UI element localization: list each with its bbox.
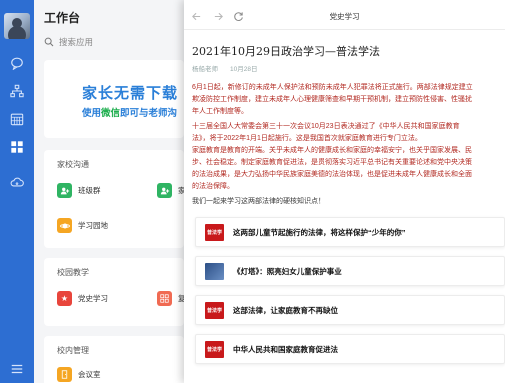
related-article-link[interactable]: 《灯塔》：照亮妇女儿童保护事业	[195, 256, 505, 286]
avatar[interactable]	[4, 13, 30, 39]
article-thumbnail: 普法学	[205, 301, 224, 319]
promo-banner[interactable]: 家长无需下载 使用微信即可与老师沟	[44, 60, 184, 138]
star-icon: ★	[57, 291, 72, 306]
nav-rail	[0, 0, 34, 383]
paragraph-line: 法》，将于2022年1月1日起施行。这是我国首次就家庭教育进行专门立法。	[192, 135, 422, 142]
link-title: 《灯塔》：照亮妇女儿童保护事业	[233, 266, 342, 276]
group-icon	[57, 183, 72, 198]
grid-apps-icon	[157, 291, 172, 306]
article-author[interactable]: 杨船老师	[192, 66, 218, 73]
article-window: 党史学习 2021年10月29日政治学习—普法学法 杨船老师 10月28日 6月1…	[184, 0, 505, 383]
search-placeholder: 搜索应用	[59, 36, 94, 47]
section-header: 校内管理	[57, 346, 89, 355]
paragraph-line: 家庭教育是教育的开端。关乎未成年人的健康成长和家庭的幸福安宁，也关乎国家发展、民	[192, 147, 472, 154]
paragraph-line: 欺凌防控工作制度，建立未成年人心理健康筛查和早期干预机制，建立预防性侵害、性骚扰	[192, 96, 472, 103]
article-thumbnail	[205, 262, 224, 280]
related-article-link[interactable]: 普法学 这部法律，让家庭教育不再缺位	[195, 295, 505, 325]
workbench-grid-icon[interactable]	[9, 139, 25, 155]
paragraph-line: 步、社会稳定。制定家庭教育促进法，是贯彻落实习近平总书记有关重要论述和党中央决策	[192, 159, 472, 166]
related-article-link[interactable]: 普法学 中华人民共和国家庭教育促进法	[195, 334, 505, 364]
link-title: 中华人民共和国家庭教育促进法	[233, 344, 338, 354]
chat-icon[interactable]	[9, 55, 25, 71]
menu-icon[interactable]	[9, 361, 25, 377]
article-title: 2021年10月29日政治学习—普法学法	[192, 45, 380, 58]
window-title: 党史学习	[329, 12, 360, 21]
calendar-icon[interactable]	[9, 111, 25, 127]
app-review[interactable]: 复	[157, 291, 184, 306]
home-school-card: 家校沟通 班级群 家 学习园地	[44, 150, 184, 248]
article-meta: 杨船老师 10月28日	[192, 63, 269, 73]
paragraph-line: 年人工作制度等。	[192, 108, 248, 115]
banner-subline: 使用微信即可与老师沟	[82, 108, 178, 119]
planet-icon	[57, 218, 72, 233]
app-home-contact[interactable]: 家	[157, 183, 184, 198]
door-icon	[57, 367, 72, 382]
app-class-group[interactable]: 班级群	[57, 183, 101, 198]
paragraph-line: 的法治成果，是大力弘扬中华民族家庭美德的法治体现，也是促进未成年人健康成长和全面	[192, 171, 472, 178]
paragraph-line: 6月1日起，新修订的未成年人保护法和预防未成年人犯罪法将正式施行。两部法律规定建…	[192, 84, 473, 91]
workbench-panel: 工作台 搜索应用 家长无需下载 使用微信即可与老师沟 家校沟通 班级群 家 学习…	[34, 0, 184, 383]
org-chart-icon[interactable]	[9, 83, 25, 99]
link-title: 这两部儿童节起施行的法律，将这样保护“少年的你”	[233, 227, 406, 237]
page-title: 工作台	[44, 11, 81, 25]
school-management-card: 校内管理 会议室	[44, 336, 184, 383]
paragraph-line: 的法治保障。	[192, 183, 234, 190]
contact-icon	[157, 183, 172, 198]
banner-headline: 家长无需下载	[82, 85, 179, 102]
app-party-history[interactable]: ★ 党史学习	[57, 291, 108, 306]
search-input[interactable]: 搜索应用	[44, 33, 184, 50]
section-header: 家校沟通	[57, 160, 89, 169]
article-date: 10月28日	[230, 66, 258, 73]
app-study-garden[interactable]: 学习园地	[57, 218, 108, 233]
search-icon	[44, 37, 54, 46]
article-toolbar: 党史学习	[184, 0, 505, 30]
article-thumbnail: 普法学	[205, 223, 224, 241]
article-thumbnail: 普法学	[205, 340, 224, 358]
campus-teaching-card: 校园教学 ★ 党史学习 复	[44, 258, 184, 326]
paragraph-line: 我们一起来学习这两部法律的硬核知识点！	[192, 198, 325, 205]
link-title: 这部法律，让家庭教育不再缺位	[233, 305, 338, 315]
section-header: 校园教学	[57, 268, 89, 277]
related-article-link[interactable]: 普法学 这两部儿童节起施行的法律，将这样保护“少年的你”	[195, 217, 505, 247]
cloud-icon[interactable]	[9, 174, 25, 190]
app-meeting-room[interactable]: 会议室	[57, 367, 101, 382]
paragraph-line: 十三届全国人大常委会第三十一次会议10月23日表决通过了《中华人民共和国家庭教育	[192, 123, 460, 130]
